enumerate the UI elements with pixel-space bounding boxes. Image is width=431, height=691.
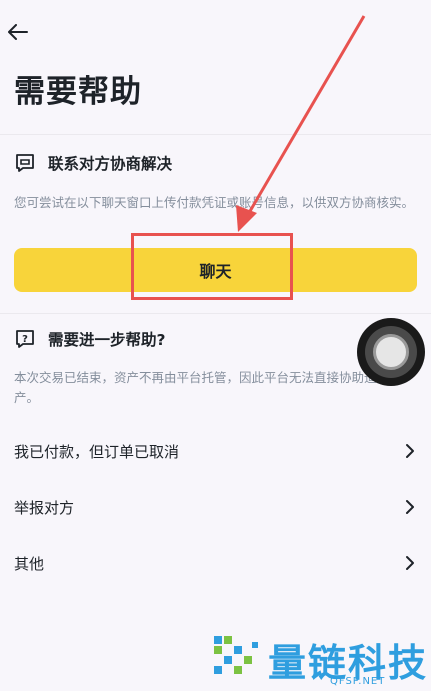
annotation-arrow bbox=[236, 15, 366, 232]
highlight-box bbox=[131, 233, 293, 300]
watermark-url: QFSP.NET bbox=[330, 676, 386, 687]
watermark: 量链科技 QFSP.NET bbox=[212, 632, 426, 688]
watermark-logo-icon bbox=[214, 636, 258, 674]
